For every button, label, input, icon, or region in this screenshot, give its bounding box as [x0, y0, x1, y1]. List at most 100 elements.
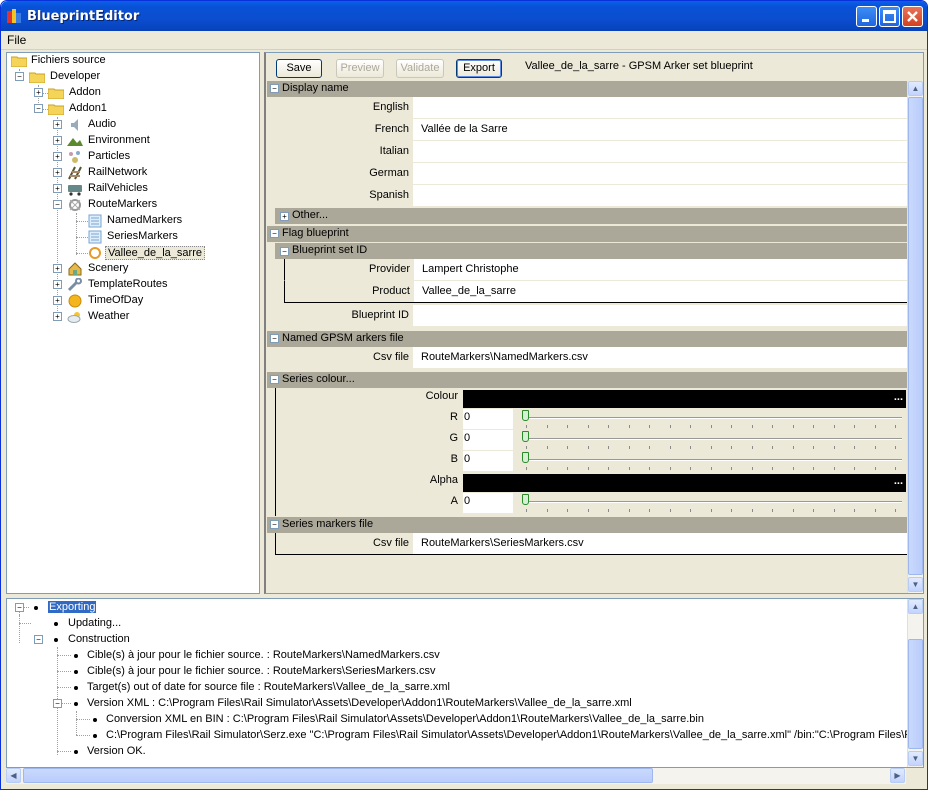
b-value[interactable]: 0	[464, 453, 470, 465]
scroll-up-icon[interactable]: ▲	[908, 599, 923, 614]
slider-tick	[608, 467, 609, 470]
collapse-icon[interactable]: −	[270, 375, 279, 384]
prop-provider[interactable]: Provider Lampert Christophe	[284, 259, 907, 281]
close-button[interactable]	[902, 6, 923, 27]
slider-tick	[546, 446, 548, 449]
slider-tick	[546, 425, 548, 428]
expand-icon[interactable]: +	[53, 264, 62, 273]
expand-icon[interactable]: +	[53, 168, 62, 177]
log-scrollbar[interactable]: ▲ ▼	[907, 599, 923, 767]
log-hscroll-thumb[interactable]	[23, 768, 653, 783]
app-icon	[7, 9, 21, 23]
category-other[interactable]: + Other...	[275, 208, 907, 224]
maximize-button[interactable]	[879, 6, 900, 27]
expand-icon[interactable]: +	[34, 88, 43, 97]
prop-blueprint-id[interactable]: Blueprint ID	[275, 305, 907, 327]
menu-file[interactable]: File	[7, 33, 26, 47]
expand-icon[interactable]: +	[53, 312, 62, 321]
log-scroll-thumb[interactable]	[908, 639, 923, 749]
slider-tick	[772, 467, 773, 470]
output-log[interactable]: − Exporting Updating... − Construction C…	[6, 598, 924, 768]
category-flag-blueprint[interactable]: − Flag blueprint	[267, 226, 907, 242]
collapse-icon[interactable]: −	[280, 247, 289, 256]
prop-english[interactable]: English	[275, 97, 907, 119]
alpha-swatch[interactable]: ...	[463, 474, 906, 492]
slider-tick	[772, 446, 773, 449]
expand-icon[interactable]: +	[53, 120, 62, 129]
collapse-icon[interactable]: −	[53, 699, 62, 708]
slider-tick	[587, 425, 589, 428]
expand-icon[interactable]: +	[53, 136, 62, 145]
slider-tick	[751, 467, 753, 470]
collapse-icon[interactable]: −	[270, 84, 279, 93]
expand-icon[interactable]: +	[53, 296, 62, 305]
slider-tick	[854, 425, 855, 428]
slider-tick	[833, 446, 835, 449]
save-button[interactable]: Save	[276, 59, 322, 78]
scroll-right-icon[interactable]: ▶	[890, 768, 905, 783]
expand-icon[interactable]: +	[53, 280, 62, 289]
collapse-icon[interactable]: −	[270, 229, 279, 238]
title-bar[interactable]: BlueprintEditor	[1, 1, 927, 31]
a-slider-thumb[interactable]	[522, 494, 529, 505]
category-blueprint-set-id[interactable]: − Blueprint set ID	[275, 243, 907, 259]
collapse-icon[interactable]: −	[15, 72, 24, 81]
r-slider[interactable]	[524, 417, 902, 419]
r-value[interactable]: 0	[464, 411, 470, 423]
ellipsis-button[interactable]: ...	[894, 475, 903, 487]
slider-tick	[628, 425, 630, 428]
scroll-up-icon[interactable]: ▲	[908, 81, 923, 96]
slider-tick	[792, 509, 794, 512]
b-slider[interactable]	[524, 459, 902, 461]
collapse-icon[interactable]: −	[34, 635, 43, 644]
minimize-button[interactable]	[856, 6, 877, 27]
export-button[interactable]: Export	[456, 59, 502, 78]
validate-button[interactable]: Validate	[396, 59, 444, 78]
prop-csv-named[interactable]: Csv file RouteMarkers\NamedMarkers.csv	[275, 347, 907, 369]
folder-icon	[11, 56, 27, 67]
slider-tick	[690, 509, 691, 512]
prop-product[interactable]: Product Vallee_de_la_sarre	[284, 281, 907, 303]
a-value[interactable]: 0	[464, 495, 470, 507]
category-series-colour[interactable]: − Series colour...	[267, 372, 907, 388]
slider-tick	[690, 446, 691, 449]
scroll-left-icon[interactable]: ◀	[6, 768, 21, 783]
collapse-icon[interactable]: −	[53, 200, 62, 209]
editor-scrollbar[interactable]: ▲ ▼	[907, 81, 923, 593]
editor-scroll-thumb[interactable]	[908, 97, 923, 575]
collapse-icon[interactable]: −	[34, 104, 43, 113]
preview-button[interactable]: Preview	[336, 59, 384, 78]
scroll-down-icon[interactable]: ▼	[908, 751, 923, 766]
prop-spanish[interactable]: Spanish	[275, 185, 907, 207]
window-title: BlueprintEditor	[27, 9, 140, 24]
expand-icon[interactable]: +	[53, 184, 62, 193]
g-slider[interactable]	[524, 438, 902, 440]
source-tree[interactable]: Fichiers source − Developer + Addon − Ad…	[6, 52, 260, 594]
expand-icon[interactable]: +	[53, 152, 62, 161]
expand-icon[interactable]: +	[280, 212, 289, 221]
g-value[interactable]: 0	[464, 432, 470, 444]
a-slider[interactable]	[524, 501, 902, 503]
prop-csv-series[interactable]: Csv file RouteMarkers\SeriesMarkers.csv	[275, 533, 907, 555]
category-series-markers-file[interactable]: − Series markers file	[267, 517, 907, 533]
collapse-icon[interactable]: −	[270, 520, 279, 529]
collapse-icon[interactable]: −	[270, 334, 279, 343]
scroll-down-icon[interactable]: ▼	[908, 577, 923, 592]
main-window: BlueprintEditor File Fichiers source − D…	[0, 0, 928, 790]
r-slider-thumb[interactable]	[522, 410, 529, 421]
collapse-icon[interactable]: −	[15, 603, 24, 612]
slider-tick	[567, 467, 568, 470]
category-named-markers-file[interactable]: − Named GPSM arkers file	[267, 331, 907, 347]
g-slider-thumb[interactable]	[522, 431, 529, 442]
slider-tick	[690, 467, 691, 470]
ellipsis-button[interactable]: ...	[894, 391, 903, 403]
prop-italian[interactable]: Italian	[275, 141, 907, 163]
maximize-icon	[883, 10, 896, 23]
b-slider-thumb[interactable]	[522, 452, 529, 463]
slider-tick	[628, 467, 630, 470]
prop-german[interactable]: German	[275, 163, 907, 185]
category-display-name[interactable]: − Display name	[267, 81, 907, 97]
colour-swatch[interactable]: ...	[463, 390, 906, 408]
prop-french[interactable]: French Vallée de la Sarre	[275, 119, 907, 141]
log-hscrollbar[interactable]: ◀ ▶	[6, 768, 906, 784]
